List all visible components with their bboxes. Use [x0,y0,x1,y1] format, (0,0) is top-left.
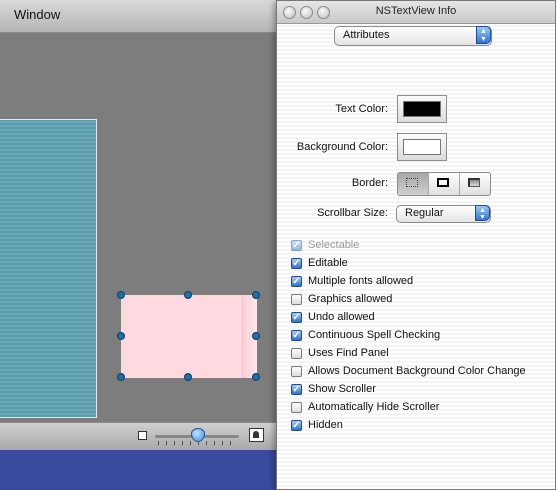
resize-handle[interactable] [117,291,125,299]
text-color-swatch [403,101,441,117]
background-color-well[interactable] [397,133,447,161]
resize-handle[interactable] [184,291,192,299]
option-checkbox[interactable]: ✓ [291,384,302,395]
text-color-well[interactable] [397,95,447,123]
option-checkbox-label: Multiple fonts allowed [308,275,414,287]
option-checkbox[interactable]: ✓ [291,276,302,287]
resize-handle[interactable] [117,332,125,340]
window-title: Window [14,7,61,22]
option-checkbox[interactable] [291,294,302,305]
resize-handle[interactable] [184,373,192,381]
textured-panel-view[interactable] [0,119,97,418]
option-checkbox-label: Show Scroller [308,383,376,395]
pane-selector-popup[interactable]: Attributes ▲ ▼ [334,26,492,46]
border-none-button[interactable] [398,173,429,195]
option-checkbox-label: Graphics allowed [308,293,393,305]
window-bottom-bar [0,422,285,450]
chevron-updown-icon: ▲ ▼ [476,26,491,44]
option-checkbox[interactable]: ✓ [291,330,302,341]
option-checkbox[interactable]: ✓ [291,258,302,269]
border-line-button[interactable] [429,173,460,195]
option-checkbox-label: Allows Document Background Color Change [308,365,526,377]
inspector-title: NSTextView Info [375,5,457,17]
option-checkbox-label: Editable [308,257,348,269]
option-checkbox[interactable]: ✓ [291,312,302,323]
option-checkbox-label: Selectable [308,239,360,251]
border-bezel-button[interactable] [460,173,490,195]
option-checkbox[interactable]: ✓ [291,420,302,431]
text-color-label: Text Color: [335,103,388,115]
inspector-titlebar[interactable]: NSTextView Info [277,1,555,24]
option-checkbox-label: Continuous Spell Checking [308,329,441,341]
resize-handle[interactable] [252,291,260,299]
option-checkbox[interactable] [291,348,302,359]
border-label: Border: [351,177,388,189]
border-segmented-control[interactable] [397,172,491,196]
option-checkbox[interactable] [291,366,302,377]
option-checkbox-label: Hidden [308,419,343,431]
border-line-icon [437,178,449,187]
pane-selector-value: Attributes [343,29,390,41]
option-checkbox: ✓ [291,240,302,251]
scrollbar-size-label: Scrollbar Size: [317,207,388,219]
chevron-updown-icon: ▲ ▼ [475,205,490,221]
window-titlebar[interactable]: Window [0,0,285,33]
option-checkbox-label: Automatically Hide Scroller [308,401,440,413]
option-checkbox[interactable] [291,402,302,413]
border-none-icon [406,178,418,187]
resize-handle[interactable] [252,373,260,381]
zoom-slider-thumb[interactable] [191,428,205,442]
document-window: Window [0,0,285,450]
zoom-in-icon[interactable] [249,428,264,442]
zoom-out-icon[interactable] [138,431,147,440]
resize-handle[interactable] [117,373,125,381]
scrollbar-size-value: Regular [405,207,444,219]
background-color-label: Background Color: [296,141,388,153]
design-canvas[interactable] [0,33,285,423]
option-checkbox-label: Undo allowed [308,311,375,323]
selected-text-view[interactable] [117,291,260,381]
border-bezel-icon [468,178,480,187]
resize-handle[interactable] [252,332,260,340]
background-color-swatch [403,139,441,155]
scrollbar-size-popup[interactable]: Regular ▲ ▼ [396,205,491,223]
option-checkbox-label: Uses Find Panel [308,347,389,359]
